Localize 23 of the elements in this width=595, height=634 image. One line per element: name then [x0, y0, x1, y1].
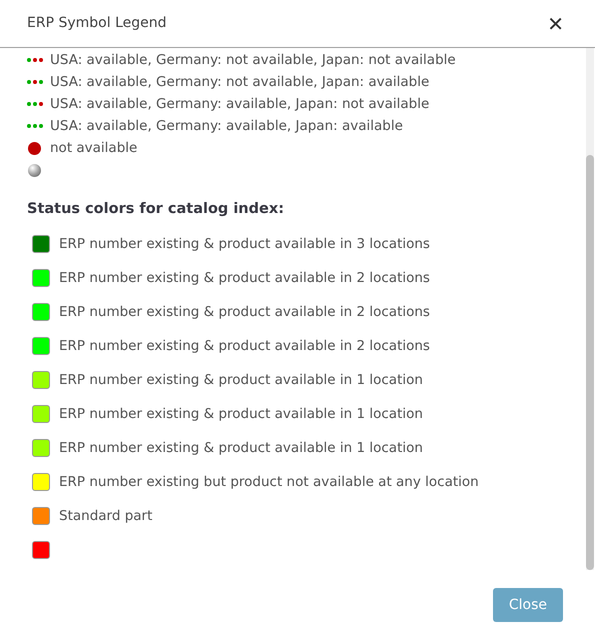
availability-dots-icon [27, 80, 43, 84]
availability-dots-icon [27, 102, 43, 106]
scrollbar[interactable] [586, 48, 594, 570]
availability-dots-icon [27, 58, 43, 62]
availability-dots-icon [27, 124, 43, 128]
legend-label: Standard part [59, 506, 152, 526]
legend-label: not available [50, 138, 138, 158]
legend-label: ERP number existing & product available in 2 locations [59, 268, 430, 288]
dialog-title: ERP Symbol Legend [27, 14, 166, 33]
legend-label: USA: available, Germany: available, Japan: available [50, 116, 403, 136]
legend-label: ERP number existing & product available in 1 location [59, 438, 423, 458]
legend-label: ERP number existing & product available in 3 locations [59, 234, 430, 254]
legend-label: ERP number existing but product not available at any location [59, 472, 479, 492]
section-heading: Status colors for catalog index: [27, 200, 285, 219]
legend-label: ERP number existing & product available in 1 location [59, 370, 423, 390]
legend-label: USA: available, Germany: not available, Japan: available [50, 72, 430, 92]
close-button[interactable]: ✕ [547, 14, 564, 34]
legend-label: ERP number existing & product available in 2 locations [59, 302, 430, 322]
legend-label: ERP number existing & product available in 2 locations [59, 336, 430, 356]
legend-label: USA: available, Germany: not available, Japan: not available [50, 50, 456, 70]
legend-label: USA: available, Germany: available, Japan: not available [50, 94, 430, 114]
legend-label: ERP number existing & product available in 1 location [59, 404, 423, 424]
scrollbar-thumb[interactable] [586, 155, 594, 570]
